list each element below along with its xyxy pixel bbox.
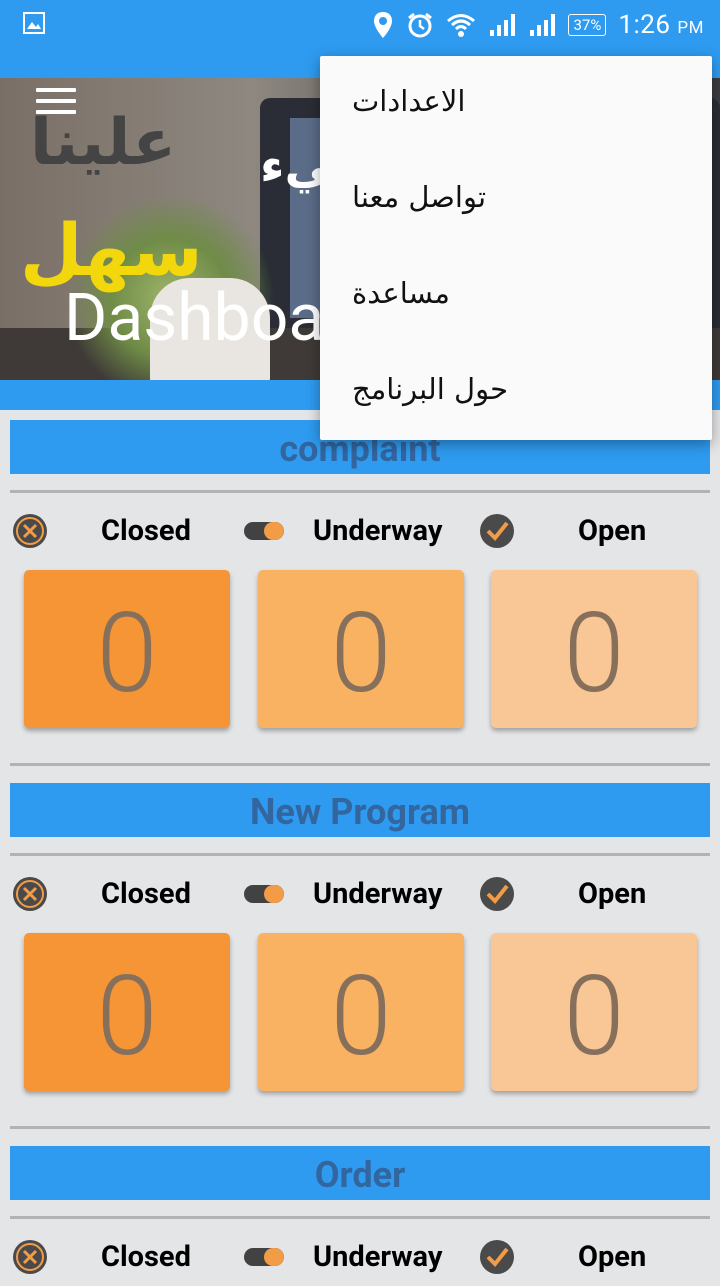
status-underway-label: Underway xyxy=(313,514,443,548)
status-closed-label: Closed xyxy=(101,514,191,548)
clock-ampm: PM xyxy=(677,18,704,38)
status-bar: 37% 1:26 PM xyxy=(0,0,720,50)
menu-item-about[interactable]: حول البرنامج xyxy=(320,344,712,440)
menu-item-label: تواصل معنا xyxy=(352,180,487,214)
section-title[interactable]: Order xyxy=(10,1146,710,1200)
menu-item-label: مساعدة xyxy=(352,276,450,310)
toggle-icon[interactable] xyxy=(244,522,284,540)
status-closed-label: Closed xyxy=(101,877,191,911)
clock: 1:26 PM xyxy=(618,10,704,40)
menu-item-contact-us[interactable]: تواصل معنا xyxy=(320,152,712,248)
clock-time: 1:26 xyxy=(618,10,671,40)
status-underway-label: Underway xyxy=(313,877,443,911)
close-circle-icon[interactable] xyxy=(11,512,49,550)
divider xyxy=(10,763,710,766)
check-circle-icon[interactable] xyxy=(478,512,516,550)
image-notification-icon xyxy=(23,12,45,34)
divider xyxy=(10,1126,710,1129)
underway-count-card[interactable]: 0 xyxy=(258,933,464,1091)
status-open-label: Open xyxy=(578,1240,647,1274)
menu-item-settings[interactable]: الاعدادات xyxy=(320,56,712,152)
status-open-label: Open xyxy=(578,514,647,548)
hero-title: Dashboa xyxy=(64,280,325,357)
close-circle-icon[interactable] xyxy=(11,875,49,913)
overflow-menu: الاعدادات تواصل معنا مساعدة حول البرنامج xyxy=(320,56,712,440)
status-row: Closed Underway Open xyxy=(0,512,720,560)
closed-count-card[interactable]: 0 xyxy=(24,570,230,728)
hamburger-menu-icon[interactable] xyxy=(36,88,76,118)
divider xyxy=(10,1216,710,1219)
status-row: Closed Underway Open xyxy=(0,875,720,923)
check-circle-icon[interactable] xyxy=(478,875,516,913)
close-circle-icon[interactable] xyxy=(11,1238,49,1276)
check-circle-icon[interactable] xyxy=(478,1238,516,1276)
toggle-icon[interactable] xyxy=(244,885,284,903)
open-count-card[interactable]: 0 xyxy=(491,933,697,1091)
status-underway-label: Underway xyxy=(313,1240,443,1274)
signal-1-icon xyxy=(490,14,516,36)
open-count-card[interactable]: 0 xyxy=(491,570,697,728)
menu-item-label: حول البرنامج xyxy=(352,372,509,406)
battery-indicator: 37% xyxy=(568,14,607,36)
divider xyxy=(10,853,710,856)
divider xyxy=(10,490,710,493)
signal-2-icon xyxy=(530,14,556,36)
toggle-icon[interactable] xyxy=(244,1248,284,1266)
location-icon xyxy=(374,12,393,38)
underway-count-card[interactable]: 0 xyxy=(258,570,464,728)
menu-item-help[interactable]: مساعدة xyxy=(320,248,712,344)
status-open-label: Open xyxy=(578,877,647,911)
status-closed-label: Closed xyxy=(101,1240,191,1274)
wifi-icon xyxy=(447,14,476,37)
closed-count-card[interactable]: 0 xyxy=(24,933,230,1091)
alarm-icon xyxy=(408,12,433,38)
section-title[interactable]: New Program xyxy=(10,783,710,837)
menu-item-label: الاعدادات xyxy=(352,84,466,118)
status-row: Closed Underway Open xyxy=(0,1238,720,1286)
